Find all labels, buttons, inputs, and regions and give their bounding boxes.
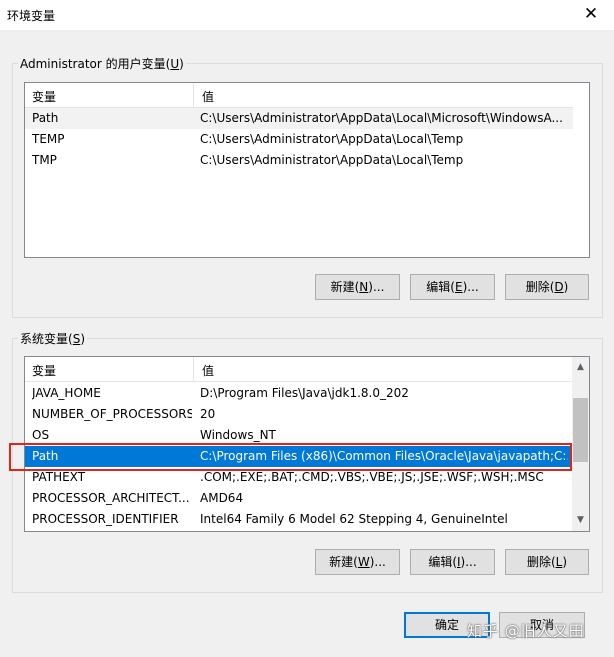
scroll-down-icon[interactable]: ▼ xyxy=(572,512,589,529)
watermark: 知乎 @旧人又田 xyxy=(467,622,585,640)
column-header-value[interactable]: 值 xyxy=(202,362,214,379)
column-divider[interactable] xyxy=(193,83,194,107)
variable-name: PROCESSOR_IDENTIFIER xyxy=(32,512,179,526)
list-item[interactable]: JAVA_HOME D:\Program Files\Java\jdk1.8.0… xyxy=(25,383,572,404)
list-item[interactable]: TMP C:\Users\Administrator\AppData\Local… xyxy=(25,150,573,171)
user-new-button[interactable]: 新建(N)... xyxy=(315,274,400,300)
list-item[interactable]: PROCESSOR_IDENTIFIER Intel64 Family 6 Mo… xyxy=(25,509,572,530)
variable-name: JAVA_HOME xyxy=(32,386,101,400)
list-item[interactable]: Path C:\Users\Administrator\AppData\Loca… xyxy=(25,108,573,129)
vertical-scrollbar[interactable]: ▲ ▼ xyxy=(572,357,589,531)
user-edit-button[interactable]: 编辑(E)... xyxy=(410,274,495,300)
system-delete-button[interactable]: 删除(L) xyxy=(505,549,589,575)
variable-name: NUMBER_OF_PROCESSORS xyxy=(32,407,192,421)
variable-name: Path xyxy=(32,111,59,125)
variable-name: TEMP xyxy=(32,132,65,146)
list-item[interactable]: PROCESSOR_ARCHITECT... AMD64 xyxy=(25,488,572,509)
variable-value: 20 xyxy=(200,407,216,421)
variable-value: C:\Users\Administrator\AppData\Local\Mic… xyxy=(200,111,563,125)
scroll-up-icon[interactable]: ▲ xyxy=(572,359,589,376)
list-header: 变量 值 xyxy=(25,357,572,382)
user-vars-group-label: Administrator 的用户变量(U) xyxy=(18,55,186,72)
system-new-button[interactable]: 新建(W)... xyxy=(315,549,400,575)
variable-value: C:\Users\Administrator\AppData\Local\Tem… xyxy=(200,132,464,146)
column-header-variable[interactable]: 变量 xyxy=(32,362,56,379)
variable-value: Intel64 Family 6 Model 62 Stepping 4, Ge… xyxy=(200,512,508,526)
variable-name: PROCESSOR_ARCHITECT... xyxy=(32,491,190,505)
variable-name: TMP xyxy=(32,153,57,167)
list-item[interactable]: TEMP C:\Users\Administrator\AppData\Loca… xyxy=(25,129,573,150)
column-divider[interactable] xyxy=(193,357,194,381)
system-vars-group-label: 系统变量(S) xyxy=(18,330,87,347)
highlight-box xyxy=(9,443,572,471)
list-item[interactable]: NUMBER_OF_PROCESSORS 20 xyxy=(25,404,572,425)
variable-value: D:\Program Files\Java\jdk1.8.0_202 xyxy=(200,386,409,400)
window-title: 环境变量 xyxy=(7,9,56,23)
user-vars-list[interactable]: 变量 值 Path C:\Users\Administrator\AppData… xyxy=(24,82,590,258)
column-header-variable[interactable]: 变量 xyxy=(32,88,56,105)
list-header: 变量 值 xyxy=(25,83,573,108)
scrollbar-thumb[interactable] xyxy=(573,398,588,462)
variable-value: AMD64 xyxy=(200,491,244,505)
system-edit-button[interactable]: 编辑(I)... xyxy=(410,549,495,575)
user-delete-button[interactable]: 删除(D) xyxy=(505,274,589,300)
column-header-value[interactable]: 值 xyxy=(202,88,214,105)
variable-value: C:\Users\Administrator\AppData\Local\Tem… xyxy=(200,153,464,167)
title-bar xyxy=(0,0,614,30)
close-button[interactable]: ✕ xyxy=(568,0,614,30)
close-icon: ✕ xyxy=(583,4,599,24)
